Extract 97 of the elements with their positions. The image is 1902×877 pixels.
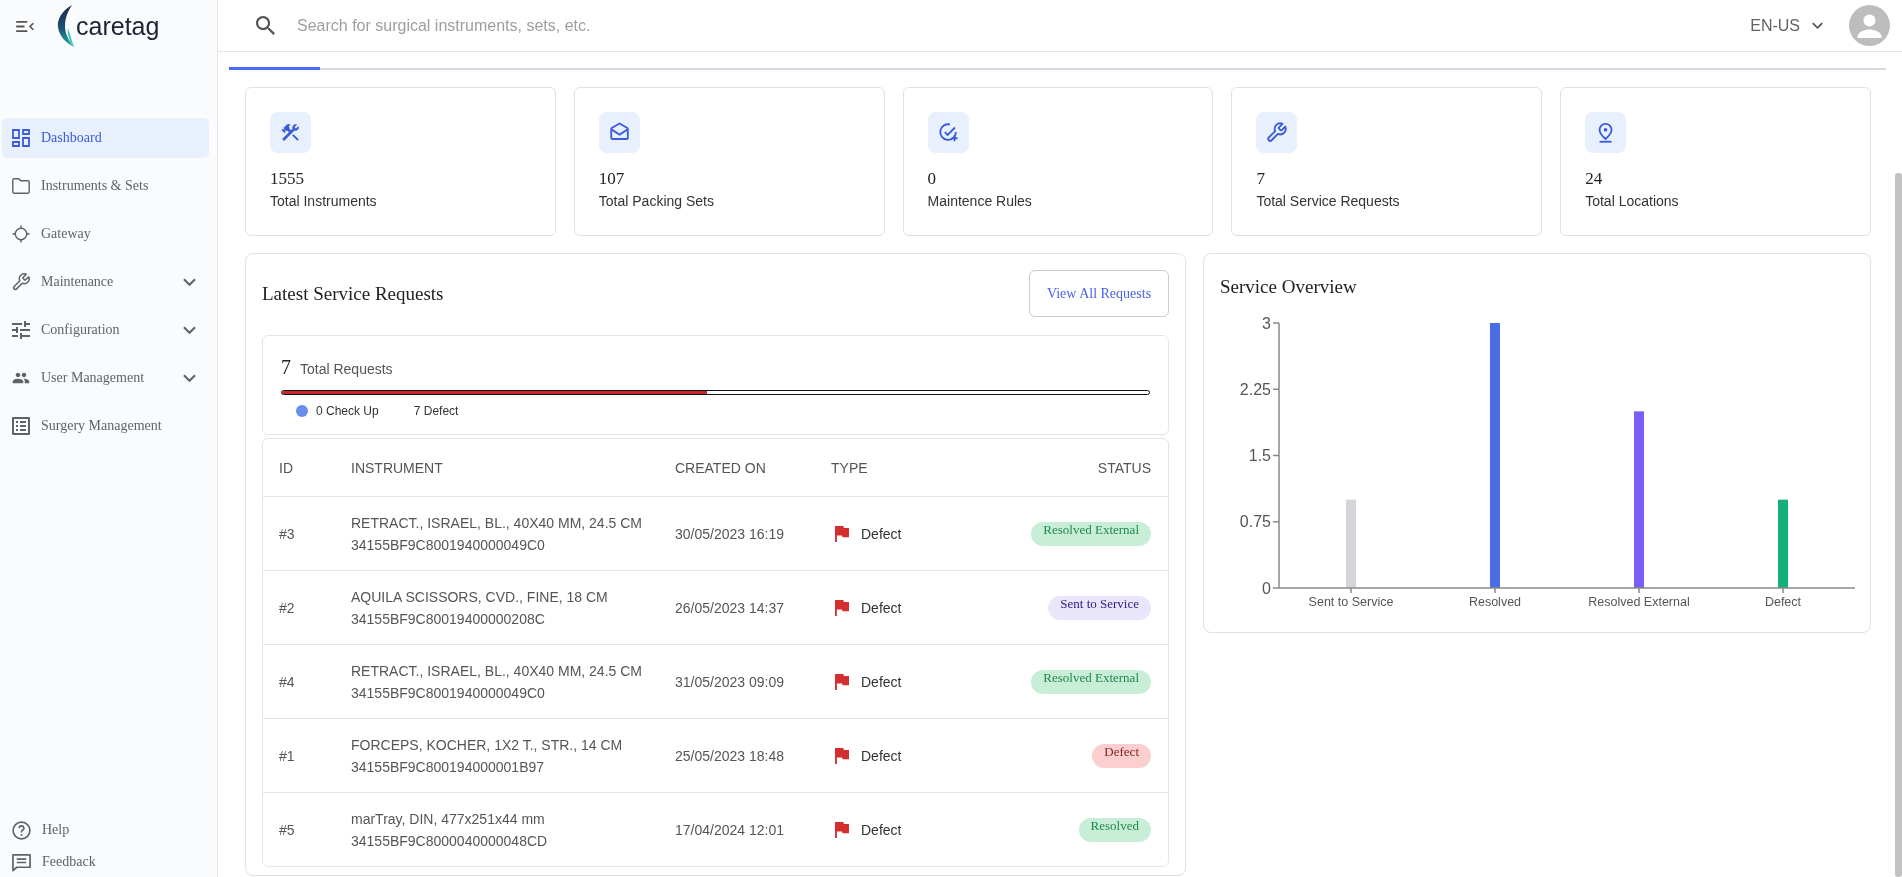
flag-icon: [835, 599, 849, 616]
total-label: Total Requests: [300, 361, 393, 377]
user-avatar-icon[interactable]: [1849, 5, 1890, 46]
column-header: INSTRUMENT: [351, 459, 443, 476]
sidebar-item[interactable]: Instruments & Sets: [2, 166, 209, 206]
column-header: CREATED ON: [675, 459, 766, 476]
x-axis-label: Resolved: [1468, 595, 1522, 609]
y-tick-label: 3: [1262, 314, 1271, 332]
serial-number: 34155BF9C800194000001B97: [351, 757, 545, 777]
y-tick-label: 1.5: [1248, 447, 1271, 464]
stat-label: Total Locations: [1585, 192, 1679, 210]
legend-label: 7 Defect: [413, 404, 459, 418]
type-label: Defect: [861, 598, 902, 618]
instrument-name: RETRACT., ISRAEL, BL., 40X40 MM, 24.5 CM: [351, 513, 642, 533]
stat-value: 0: [927, 170, 937, 188]
sidebar-item[interactable]: Feedback: [2, 847, 209, 877]
type-label: Defect: [861, 672, 902, 692]
created-date: 26/05/2023 14:37: [675, 598, 784, 618]
stat-label: Total Instruments: [270, 192, 377, 210]
status-badge: Sent to Service: [1048, 595, 1151, 620]
instrument-name: AQUILA SCISSORS, CVD., FINE, 18 CM: [351, 587, 608, 607]
flag-icon: [835, 525, 849, 542]
total-count: 7: [281, 356, 291, 379]
column-header: STATUS: [1097, 459, 1151, 476]
y-tick-label: 0: [1262, 579, 1271, 597]
sidebar-item[interactable]: Gateway: [2, 214, 209, 254]
instrument-name: FORCEPS, KOCHER, 1X2 T., STR., 14 CM: [351, 735, 623, 755]
request-id: #1: [279, 746, 295, 766]
brand-name: caretag: [76, 11, 160, 41]
panel-title: Latest Service Requests: [262, 282, 444, 305]
request-id: #2: [279, 598, 295, 618]
chevron-down-icon: [1812, 22, 1823, 29]
flag-icon: [835, 747, 849, 764]
status-badge: Defect: [1092, 743, 1151, 768]
request-id: #3: [279, 524, 295, 544]
column-header: ID: [279, 459, 293, 476]
status-badge: Resolved External: [1031, 521, 1151, 546]
instrument-name: marTray, DIN, 477x251x44 mm: [351, 809, 545, 829]
wrench-icon: [1256, 112, 1298, 153]
type-label: Defect: [861, 746, 902, 766]
sidebar-item[interactable]: Maintenance: [2, 262, 209, 302]
created-date: 17/04/2024 12:01: [675, 820, 784, 840]
serial-number: 34155BF9C8000040000048CD: [351, 831, 548, 851]
language-selector[interactable]: EN-US: [1750, 16, 1823, 35]
y-tick-label: 2.25: [1239, 380, 1271, 398]
location-pin-icon: [1585, 112, 1627, 153]
stat-value: 107: [598, 170, 625, 188]
sliders-icon: [12, 321, 30, 339]
status-badge: Resolved External: [1031, 669, 1151, 694]
x-axis-label: Defect: [1764, 595, 1802, 609]
flag-icon: [835, 821, 849, 838]
sidebar-item[interactable]: Help: [2, 815, 209, 845]
check-plus-icon: [927, 112, 969, 153]
help-icon: [12, 820, 31, 840]
envelope-icon: [598, 112, 640, 153]
created-date: 30/05/2023 16:19: [675, 524, 784, 544]
sidebar-item[interactable]: Dashboard: [2, 118, 209, 158]
stat-label: Total Service Requests: [1256, 192, 1400, 210]
serial-number: 34155BF9C8001940000049C0: [351, 535, 545, 555]
chart-title: Service Overview: [1220, 275, 1357, 299]
stat-label: Total Packing Sets: [598, 192, 714, 210]
view-all-button[interactable]: View All Requests: [1029, 270, 1169, 317]
wrench-icon: [12, 273, 30, 291]
column-header: TYPE: [831, 459, 868, 476]
created-date: 25/05/2023 18:48: [675, 746, 784, 766]
message-icon: [12, 852, 31, 872]
stat-value: 7: [1256, 170, 1265, 188]
request-id: #5: [279, 820, 295, 840]
search-icon: [256, 16, 275, 35]
type-label: Defect: [861, 820, 902, 840]
sidebar-item[interactable]: Surgery Management: [2, 406, 209, 446]
y-tick-label: 0.75: [1239, 513, 1271, 531]
serial-number: 34155BF9C8001940000049C0: [351, 683, 545, 703]
search-field[interactable]: Search for surgical instruments, sets, etc.: [297, 13, 1197, 38]
x-axis-label: Sent to Service: [1308, 595, 1394, 609]
created-date: 31/05/2023 09:09: [675, 672, 784, 692]
serial-number: 34155BF9C80019400000208C: [351, 609, 545, 629]
status-badge: Resolved: [1078, 817, 1151, 842]
stat-value: 1555: [270, 170, 304, 188]
scrollbar[interactable]: [1895, 173, 1902, 877]
folder-icon: [12, 177, 30, 195]
flag-icon: [835, 673, 849, 690]
instrument-name: RETRACT., ISRAEL, BL., 40X40 MM, 24.5 CM: [351, 661, 642, 681]
leaf-logo-icon: [55, 4, 75, 48]
crosshair-icon: [12, 225, 30, 243]
stat-value: 24: [1585, 170, 1603, 188]
stat-label: Maintence Rules: [927, 192, 1032, 210]
legend-label: 0 Check Up: [316, 404, 379, 418]
request-id: #4: [279, 672, 295, 692]
menu-collapse-icon[interactable]: [15, 19, 35, 33]
tools-icon: [270, 112, 311, 153]
list-icon: [12, 417, 30, 435]
x-axis-label: Resolved External: [1588, 595, 1690, 609]
sidebar-item[interactable]: User Management: [2, 358, 209, 398]
type-label: Defect: [861, 524, 902, 544]
sidebar-item[interactable]: Configuration: [2, 310, 209, 350]
dashboard-icon: [12, 129, 30, 147]
